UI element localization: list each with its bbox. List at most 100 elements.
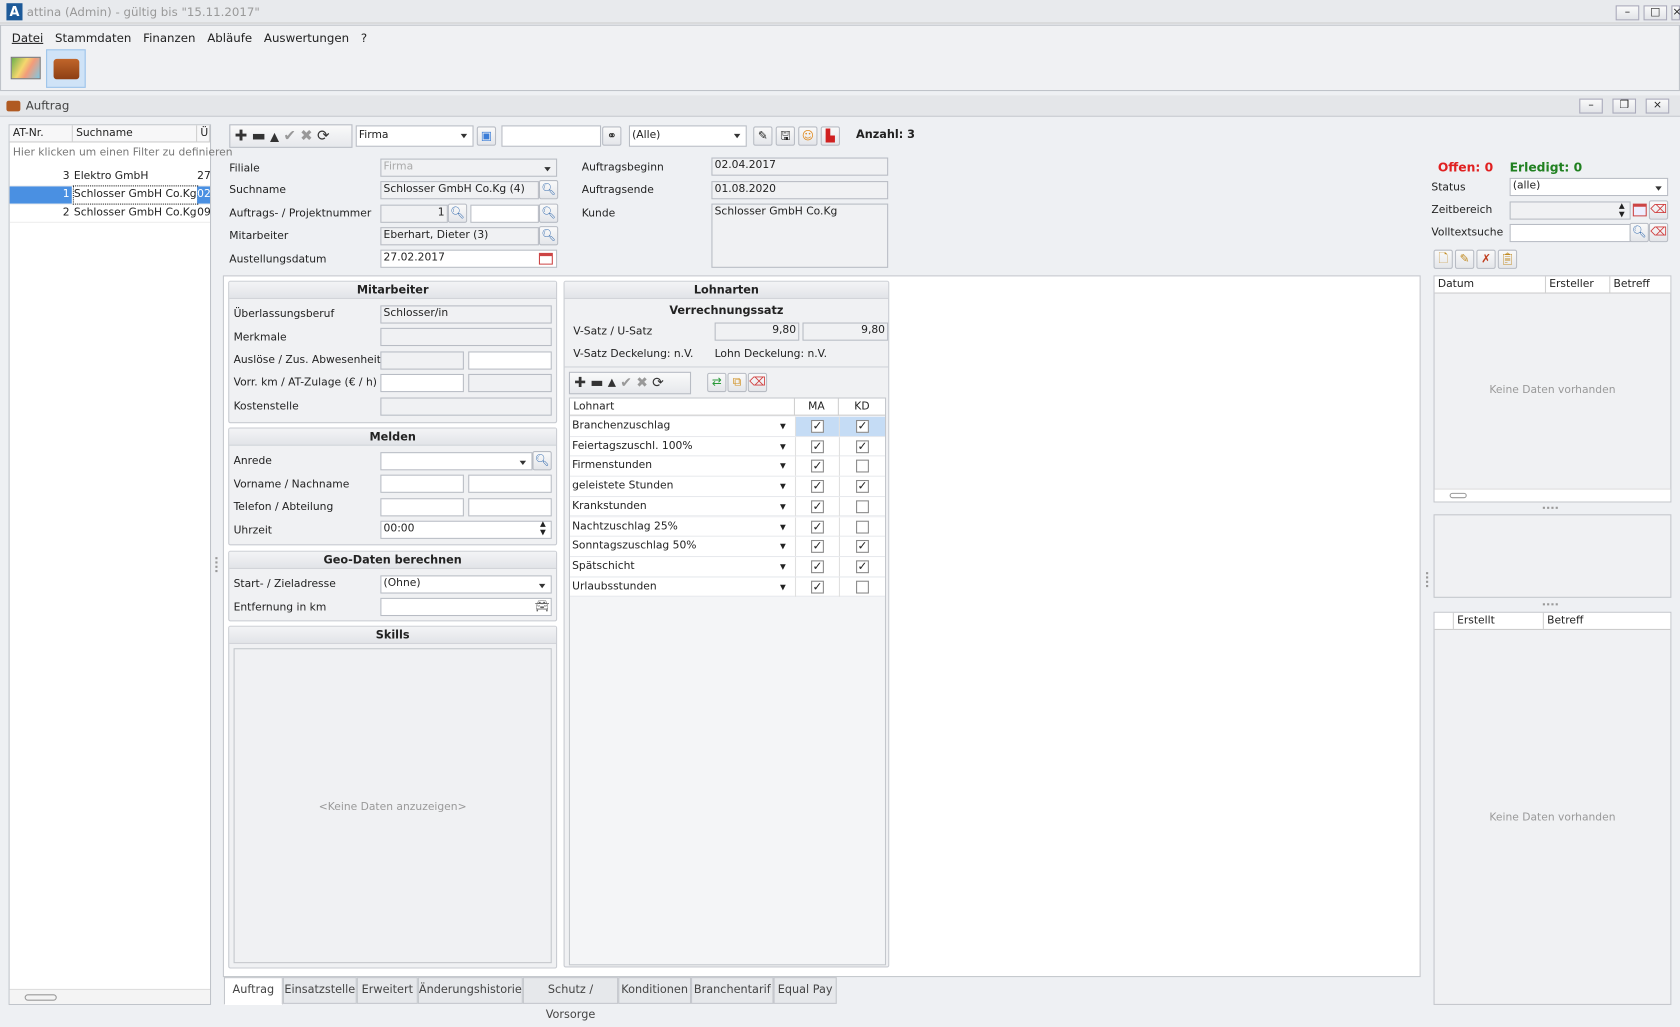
factory-icon[interactable]: ▙	[820, 126, 840, 146]
beginn-field[interactable]: 02.04.2017	[711, 157, 889, 176]
add-icon[interactable]: ✚	[235, 127, 248, 144]
lohnart-row[interactable]: Spätschicht ▼ ✓ ✓	[569, 557, 885, 578]
ma-checkbox[interactable]: ✓	[811, 520, 824, 534]
search-input[interactable]	[501, 125, 602, 147]
lohnart-cell[interactable]: Firmenstunden	[572, 457, 792, 476]
menu-ablaeufe[interactable]: Abläufe	[207, 31, 252, 45]
kostenstelle-field[interactable]	[380, 397, 552, 416]
col-betreff[interactable]: Betreff	[1544, 613, 1670, 630]
right-splitter[interactable]	[1426, 572, 1429, 588]
col-at-nr[interactable]: AT-Nr.	[10, 125, 73, 143]
beruf-field[interactable]: Schlosser/in	[380, 305, 552, 324]
worker-icon[interactable]: ☺	[798, 126, 818, 146]
ende-field[interactable]: 01.08.2020	[711, 181, 889, 200]
up-icon[interactable]: ▲	[608, 377, 616, 389]
tab-4[interactable]: Schutz / Vorsorge	[522, 977, 619, 1021]
save-icon[interactable]: 🖫	[775, 126, 795, 146]
remove-icon[interactable]: ▬	[251, 127, 265, 144]
search-icon[interactable]: 🔍︎	[447, 203, 468, 223]
lohnart-cell[interactable]: geleistete Stunden	[572, 477, 792, 496]
list-row[interactable]: 1 Schlosser GmbH Co.Kg 02	[9, 185, 210, 205]
status-filter-select[interactable]: (Alle)	[628, 125, 747, 147]
maximize-button[interactable]: □	[1643, 5, 1668, 21]
kd-checkbox[interactable]	[856, 580, 869, 594]
remove-icon[interactable]: ▬	[590, 375, 603, 391]
vorname-field[interactable]	[380, 474, 464, 493]
lohnart-cell[interactable]: Feiertagszuschl. 100%	[572, 437, 792, 456]
child-restore-button[interactable]: ❐	[1612, 98, 1637, 114]
binoculars-icon[interactable]: ⚭	[602, 126, 622, 146]
lohnart-row[interactable]: geleistete Stunden ▼ ✓ ✓	[569, 476, 885, 497]
menu-finanzen[interactable]: Finanzen	[143, 31, 195, 45]
lohnart-cell[interactable]: Krankstunden	[572, 497, 792, 516]
ma-checkbox[interactable]: ✓	[811, 420, 824, 433]
eraser-icon[interactable]: ⌫	[1648, 222, 1669, 243]
kd-checkbox[interactable]	[856, 500, 869, 513]
chevron-down-icon[interactable]: ▼	[780, 537, 786, 556]
suchname-field[interactable]: Schlosser GmbH Co.Kg (4)	[380, 181, 539, 200]
entfernung-field[interactable]	[380, 597, 552, 617]
filiale-select[interactable]: Firma	[380, 158, 558, 177]
lohnart-row[interactable]: Sonntagszuschlag 50% ▼ ✓ ✓	[569, 536, 885, 557]
merkmale-field[interactable]	[380, 327, 552, 347]
eraser-icon[interactable]: ⌫	[1648, 200, 1669, 220]
close-button[interactable]: ×	[1671, 5, 1680, 21]
spinner-arrows-icon[interactable]: ▲ ▼	[1619, 201, 1625, 218]
horizontal-scrollbar[interactable]	[9, 988, 210, 1004]
chevron-down-icon[interactable]: ▼	[780, 477, 786, 496]
select-icon[interactable]: ▣	[476, 126, 497, 146]
telefon-field[interactable]	[380, 498, 464, 517]
kd-checkbox[interactable]: ✓	[856, 560, 869, 574]
splitter[interactable]	[1542, 603, 1558, 606]
lohnart-row[interactable]: Urlaubsstunden ▼ ✓	[569, 577, 885, 598]
add-icon[interactable]: ✚	[574, 375, 586, 391]
status-select[interactable]: (alle)	[1509, 177, 1669, 197]
lohnart-cell[interactable]: Nachtzuschlag 25%	[572, 517, 792, 536]
col-suchname[interactable]: Suchname	[73, 125, 198, 143]
zeitbereich-field[interactable]	[1509, 201, 1631, 220]
minimize-button[interactable]: –	[1615, 5, 1640, 21]
check-icon[interactable]: ✔	[620, 375, 632, 391]
calendar-icon[interactable]	[1632, 203, 1647, 217]
auftragsnr-field[interactable]: 1	[380, 204, 448, 223]
col-ub[interactable]: Üb	[197, 125, 210, 143]
tab-7[interactable]: Equal Pay	[773, 977, 837, 1004]
lohnart-cell[interactable]: Urlaubsstunden	[572, 577, 792, 596]
menu-help[interactable]: ?	[361, 31, 367, 45]
lohnart-row[interactable]: Feiertagszuschl. 100% ▼ ✓ ✓	[569, 436, 885, 457]
col-ersteller[interactable]: Ersteller	[1546, 276, 1611, 294]
ma-checkbox[interactable]: ✓	[811, 460, 824, 473]
refresh-icon[interactable]: ⟳	[317, 127, 330, 144]
col-ma[interactable]: MA	[795, 398, 839, 416]
col-betreff[interactable]: Betreff	[1610, 276, 1670, 293]
eraser-icon[interactable]: ⌫	[747, 372, 768, 393]
ma-checkbox[interactable]: ✓	[811, 560, 824, 574]
kd-checkbox[interactable]	[856, 520, 869, 534]
car-icon[interactable]: 🚘︎	[535, 599, 550, 613]
chevron-down-icon[interactable]: ▼	[780, 517, 786, 536]
search-icon[interactable]: 🔍︎	[538, 179, 559, 200]
chevron-down-icon[interactable]: ▼	[780, 497, 786, 516]
volltext-input[interactable]	[1509, 223, 1631, 243]
col-erstellt[interactable]: Erstellt	[1454, 612, 1544, 630]
ma-checkbox[interactable]: ✓	[811, 500, 824, 513]
filter-row[interactable]: Hier klicken um einen Filter zu definier…	[13, 147, 233, 159]
search-icon[interactable]: 🔍︎	[1629, 222, 1649, 243]
list-row[interactable]: 3 Elektro GmbH 27	[9, 168, 210, 187]
anrede-select[interactable]	[380, 452, 533, 471]
ma-checkbox[interactable]: ✓	[811, 480, 824, 493]
tab-5[interactable]: Konditionen	[618, 977, 692, 1004]
chevron-down-icon[interactable]: ▼	[780, 457, 786, 476]
ma-checkbox[interactable]: ✓	[811, 440, 824, 453]
child-close-button[interactable]: ×	[1645, 98, 1670, 114]
cancel-icon[interactable]: ✖	[636, 375, 648, 391]
spinner-arrows-icon[interactable]: ▲ ▼	[540, 520, 546, 537]
edit-icon[interactable]: ✎	[753, 126, 773, 146]
refresh-icon[interactable]: ⟳	[652, 375, 664, 391]
vorr-km-field[interactable]	[380, 373, 464, 393]
ausstellung-date[interactable]: 27.02.2017	[380, 249, 558, 268]
cancel-icon[interactable]: ✖	[300, 127, 313, 144]
abwesenheit-field[interactable]	[468, 351, 552, 370]
search-icon[interactable]: 🔍︎	[532, 451, 552, 471]
tab-3[interactable]: Änderungshistorie	[417, 977, 523, 1004]
